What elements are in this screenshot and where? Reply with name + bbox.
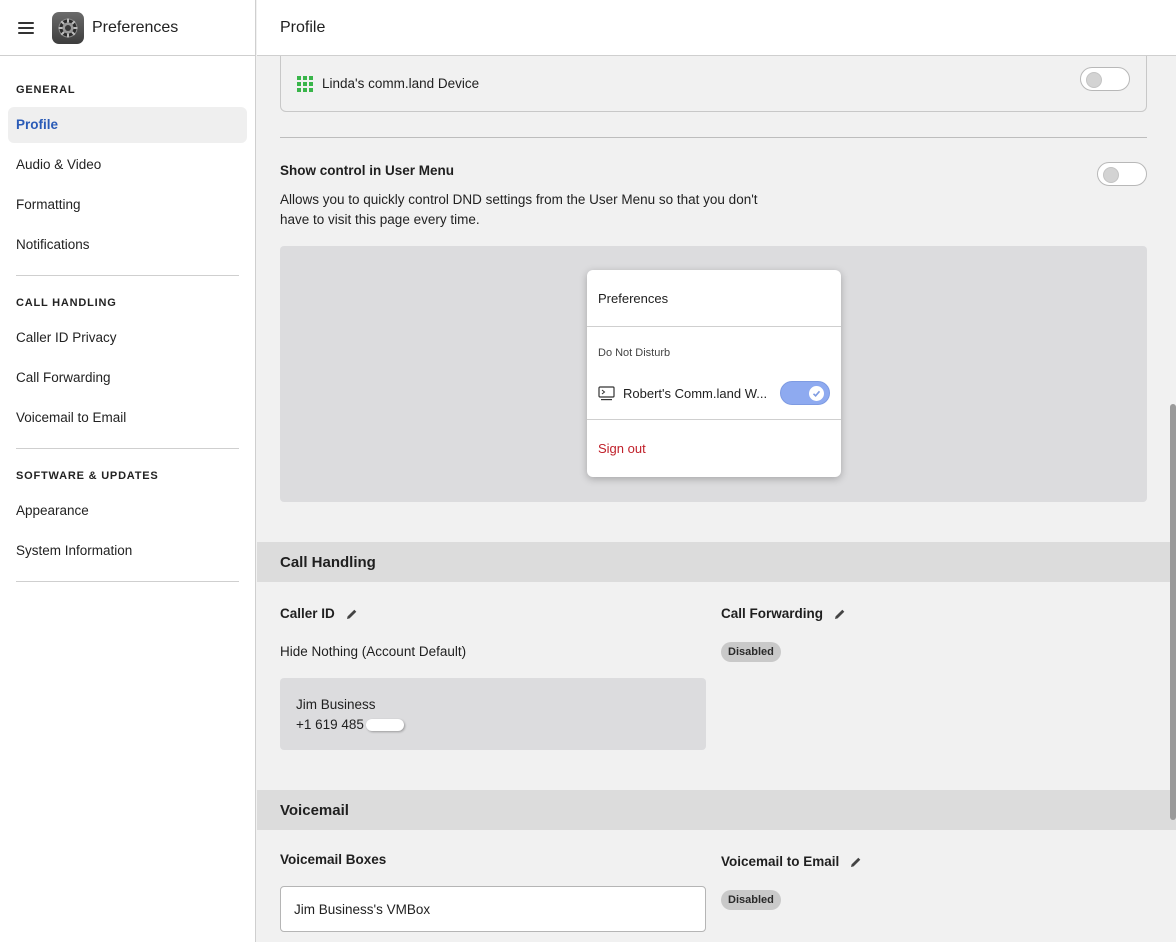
sidebar-item-caller-id-privacy[interactable]: Caller ID Privacy [8, 320, 247, 356]
redaction-mark [365, 719, 404, 732]
nav-section-software-updates: SOFTWARE & UPDATES [16, 470, 159, 482]
page-title: Profile [257, 0, 1176, 56]
sidebar-nav: GENERAL Profile Audio & Video Formatting… [0, 56, 255, 582]
edit-call-forwarding-icon[interactable] [834, 608, 846, 620]
caller-id-card-name: Jim Business [296, 697, 376, 712]
caller-id-value: Hide Nothing (Account Default) [280, 644, 467, 659]
caller-id-label: Caller ID [280, 606, 358, 621]
popup-device-name: Robert's Comm.land W... [623, 385, 768, 401]
divider [280, 137, 1147, 138]
nav-section-general: GENERAL [16, 84, 76, 96]
popup-divider [587, 326, 841, 327]
sidebar-header: Preferences [0, 0, 255, 56]
popup-device-toggle[interactable] [780, 381, 830, 405]
voicemail-to-email-status-badge: Disabled [721, 890, 781, 910]
caller-id-label-text: Caller ID [280, 606, 335, 621]
sidebar-item-appearance[interactable]: Appearance [8, 493, 247, 529]
voicemail-boxes-label-text: Voicemail Boxes [280, 852, 387, 867]
call-forwarding-label-text: Call Forwarding [721, 606, 824, 621]
hamburger-icon[interactable] [18, 21, 34, 34]
section-call-handling: Call Handling [257, 542, 1176, 582]
device-card: Linda's comm.land Device [280, 56, 1147, 112]
app-title: Preferences [92, 18, 179, 36]
sidebar-item-profile[interactable]: Profile [8, 107, 247, 143]
edit-caller-id-icon[interactable] [346, 608, 358, 620]
call-forwarding-label: Call Forwarding [721, 606, 846, 621]
sidebar-item-call-forwarding[interactable]: Call Forwarding [8, 360, 247, 396]
sign-out-link[interactable]: Sign out [598, 441, 646, 456]
voicemail-box-item[interactable]: Jim Business's VMBox [280, 886, 706, 932]
nav-section-call-handling: CALL HANDLING [16, 297, 117, 309]
nav-divider [16, 581, 239, 582]
main-content: Profile Linda's comm.land Device Show co… [257, 0, 1176, 942]
call-forwarding-status-badge: Disabled [721, 642, 781, 662]
caller-id-card-number: +1 619 485 [296, 717, 364, 732]
device-name: Linda's comm.land Device [322, 76, 480, 91]
sidebar-item-voicemail-to-email[interactable]: Voicemail to Email [8, 400, 247, 436]
scrollbar-thumb[interactable] [1170, 404, 1176, 820]
show-control-toggle[interactable] [1097, 162, 1147, 186]
voicemail-to-email-label-text: Voicemail to Email [721, 854, 840, 869]
popup-divider [587, 419, 841, 420]
voicemail-boxes-label: Voicemail Boxes [280, 852, 386, 867]
popup-title: Preferences [598, 291, 669, 306]
sidebar-item-notifications[interactable]: Notifications [8, 227, 247, 263]
popup-dnd-label: Do Not Disturb [598, 347, 671, 359]
section-voicemail: Voicemail [257, 790, 1176, 830]
grid-icon [297, 75, 313, 92]
popup-device-row: Robert's Comm.land W... [598, 381, 830, 405]
sidebar-item-formatting[interactable]: Formatting [8, 187, 247, 223]
device-dnd-toggle[interactable] [1080, 67, 1130, 91]
caller-id-card: Jim Business +1 619 485 [280, 678, 706, 750]
edit-voicemail-to-email-icon[interactable] [850, 856, 862, 868]
user-menu-preview: Preferences Do Not Disturb Robert's Comm… [280, 246, 1147, 502]
voicemail-to-email-label: Voicemail to Email [721, 854, 862, 869]
check-icon [809, 386, 824, 401]
sidebar: Preferences GENERAL Profile Audio & Vide… [0, 0, 256, 942]
sidebar-item-system-information[interactable]: System Information [8, 533, 247, 569]
show-control-description: Allows you to quickly control DND settin… [280, 192, 758, 227]
gear-icon [52, 11, 84, 44]
monitor-icon [598, 385, 615, 401]
show-control-title: Show control in User Menu [280, 163, 455, 178]
caller-id-card-number-row: +1 619 485 [296, 715, 690, 735]
sidebar-item-audio-video[interactable]: Audio & Video [8, 147, 247, 183]
user-menu-popup: Preferences Do Not Disturb Robert's Comm… [587, 270, 841, 477]
